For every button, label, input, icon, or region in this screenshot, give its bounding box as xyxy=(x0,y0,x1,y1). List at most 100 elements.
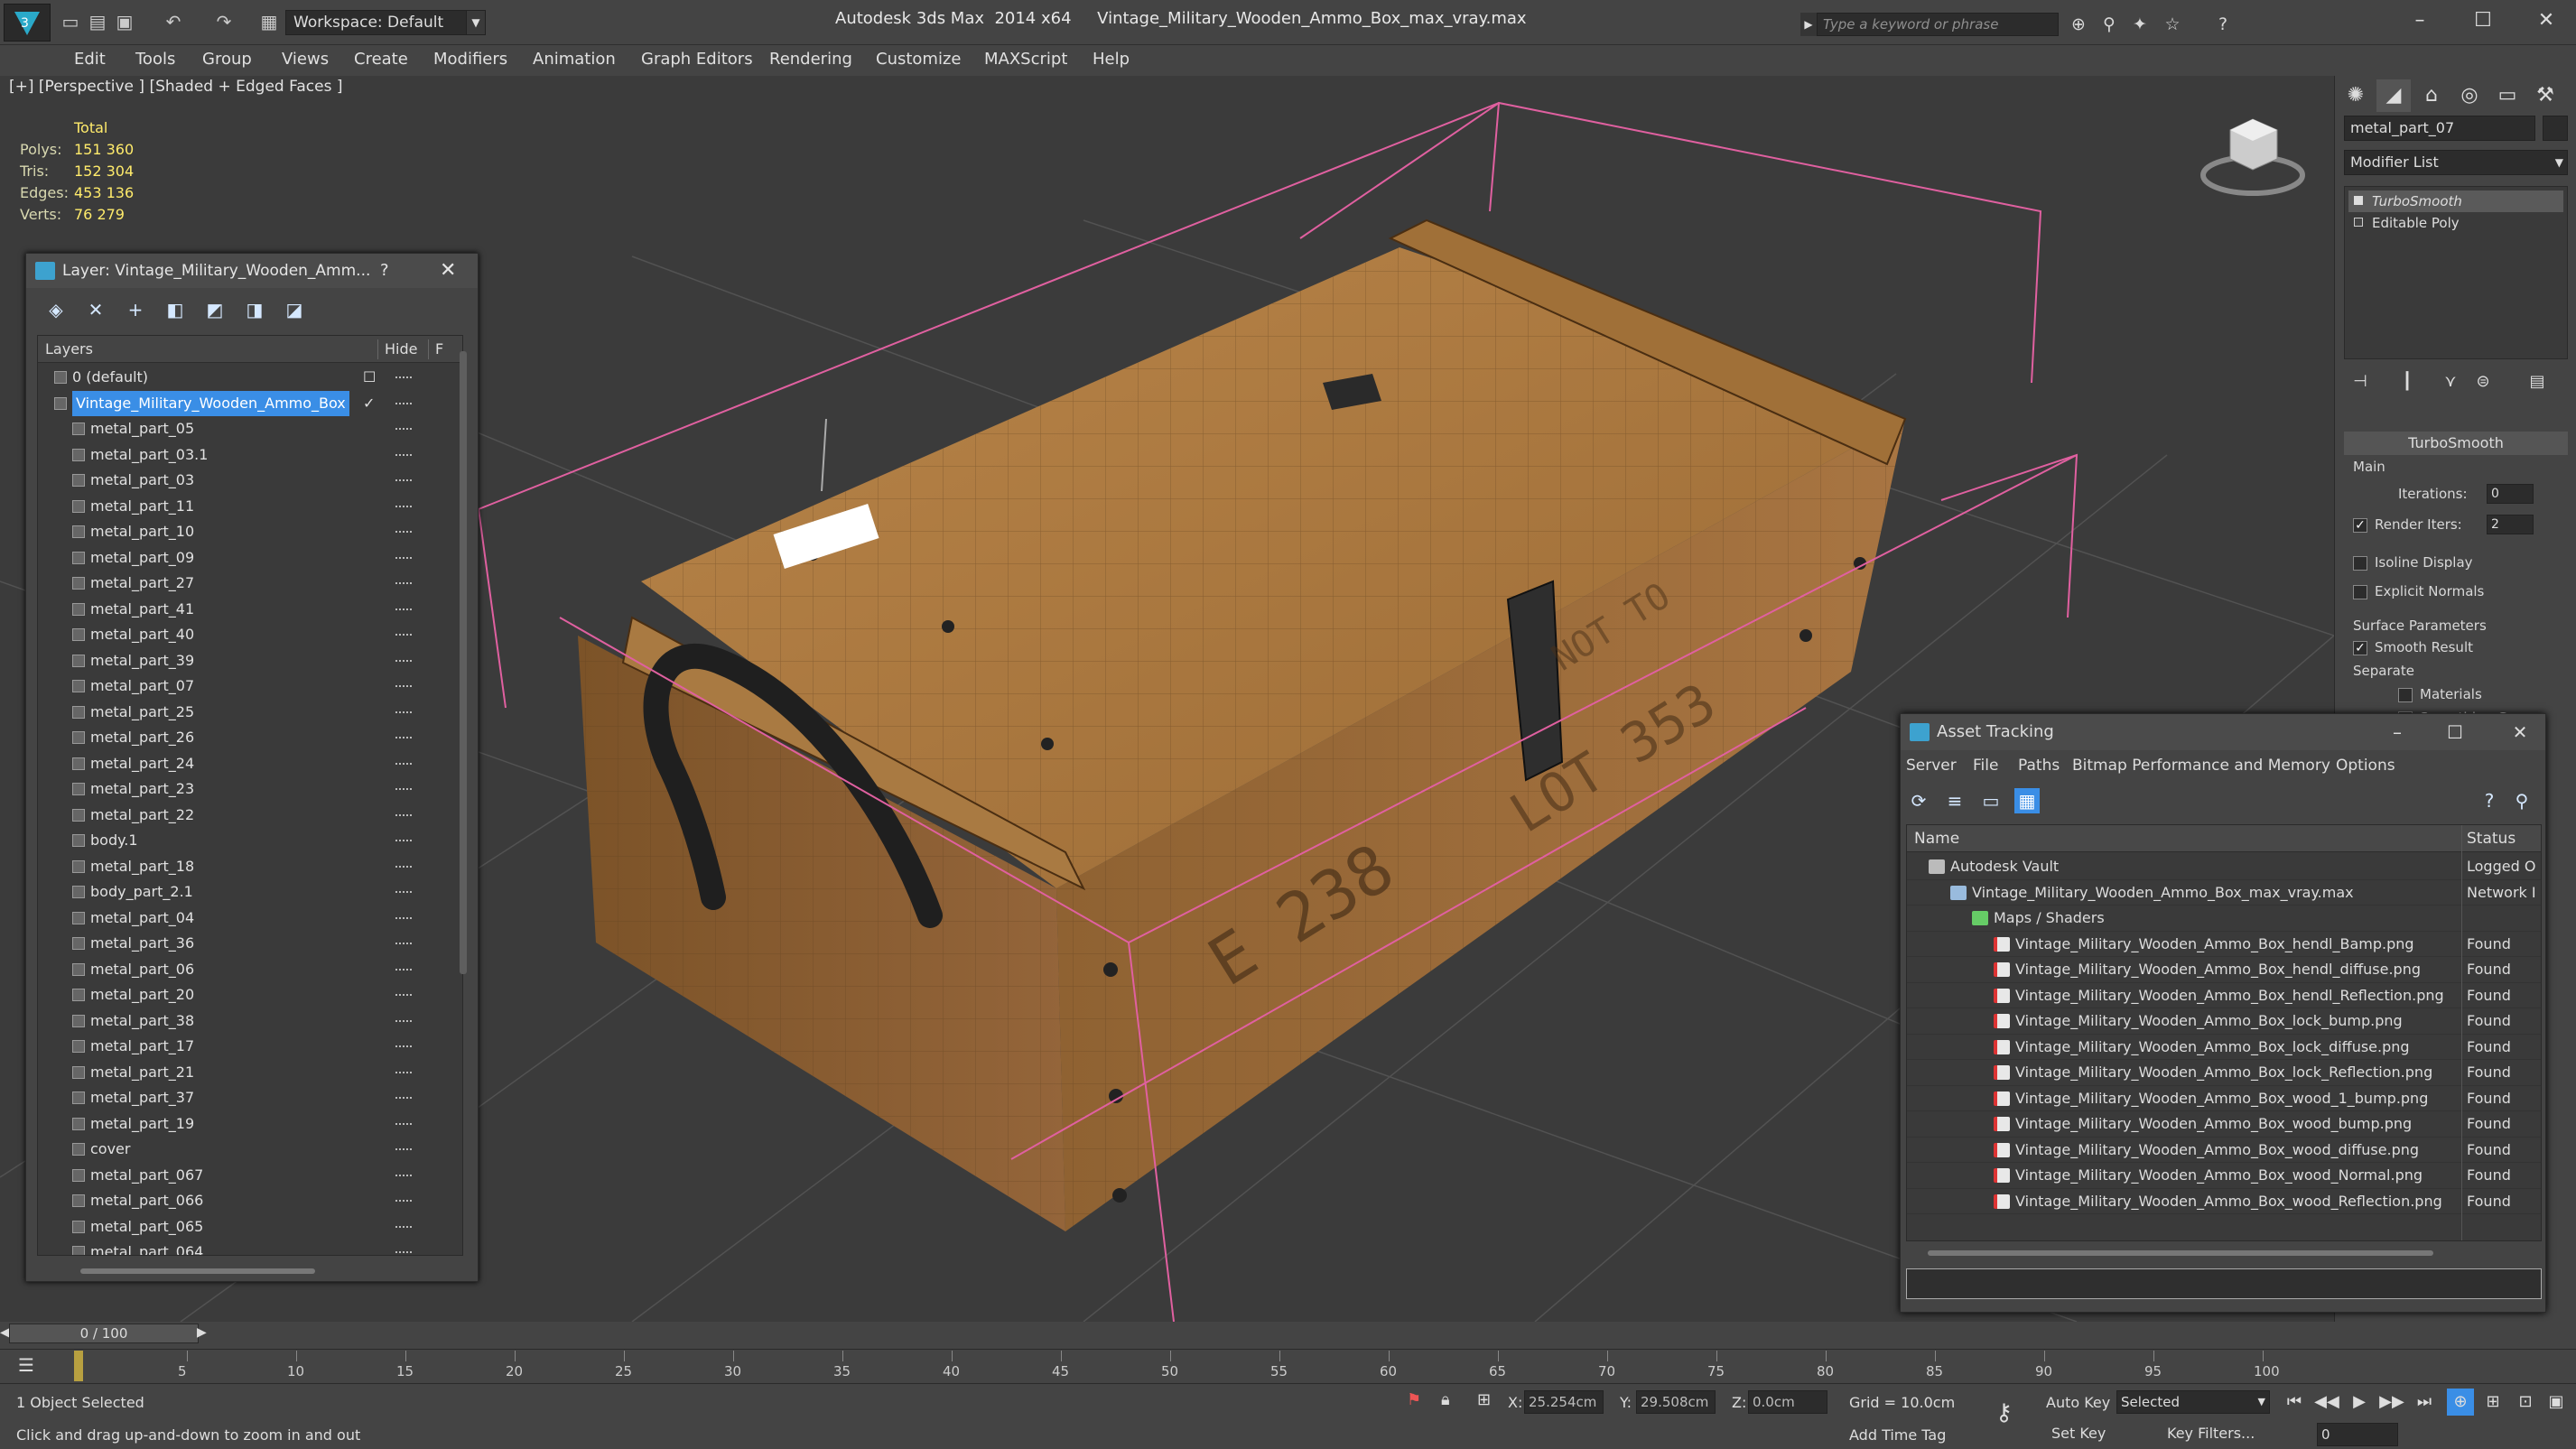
layer-row[interactable]: metal_part_23 xyxy=(38,776,453,803)
layer-row[interactable]: metal_part_17 xyxy=(38,1034,453,1060)
hide-toggle[interactable] xyxy=(395,1251,412,1254)
time-slider-track[interactable] xyxy=(0,1322,2576,1352)
layer-manager-titlebar[interactable]: Layer: Vintage_Military_Wooden_Amm... ? … xyxy=(26,254,478,288)
display-tab-icon[interactable]: ▭ xyxy=(2490,79,2525,112)
hide-toggle[interactable] xyxy=(395,479,412,482)
next-key-icon[interactable]: ▶▶ xyxy=(2378,1389,2405,1416)
hide-toggle[interactable] xyxy=(395,711,412,714)
hide-all-icon[interactable]: ◨ xyxy=(241,297,268,322)
layer-row[interactable]: metal_part_03.1 xyxy=(38,442,453,469)
layer-row[interactable]: metal_part_06 xyxy=(38,957,453,983)
curve-editor-icon[interactable]: ☰ xyxy=(18,1354,34,1376)
column-status[interactable]: Status xyxy=(2467,825,2516,852)
layer-horizontal-scrollbar[interactable] xyxy=(80,1268,315,1274)
zoom-icon[interactable]: ⊕ xyxy=(2447,1389,2474,1416)
help-icon[interactable]: ? xyxy=(2477,788,2502,813)
object-name-field[interactable]: metal_part_07 xyxy=(2344,116,2535,141)
close-button[interactable]: ✕ xyxy=(2519,5,2573,36)
layer-row[interactable]: metal_part_18 xyxy=(38,854,453,880)
new-scene-icon[interactable]: ▭ xyxy=(60,11,81,33)
hide-toggle[interactable] xyxy=(395,788,412,791)
isolate-selection-icon[interactable]: ⚑ xyxy=(1407,1390,1421,1409)
show-end-result-icon[interactable]: ┃ xyxy=(2395,370,2420,394)
menu-views[interactable]: Views xyxy=(282,45,329,74)
column-freeze[interactable]: F xyxy=(435,336,443,363)
pin-icon[interactable]: ⚲ xyxy=(2509,788,2534,813)
asset-menu-paths[interactable]: Paths xyxy=(2018,752,2060,779)
search-expand-icon[interactable]: ▶ xyxy=(1800,13,1817,36)
hide-toggle[interactable] xyxy=(395,994,412,997)
select-objects-icon[interactable]: ◧ xyxy=(162,297,189,322)
time-marker[interactable] xyxy=(74,1351,83,1381)
hide-toggle[interactable] xyxy=(395,685,412,688)
menu-graph-editors[interactable]: Graph Editors xyxy=(641,45,753,74)
asset-row[interactable]: Vintage_Military_Wooden_Ammo_Box_wood_bu… xyxy=(1907,1111,2541,1138)
redo-icon[interactable]: ↷ xyxy=(213,11,235,33)
layer-row[interactable]: metal_part_19 xyxy=(38,1111,453,1138)
binoculars-icon[interactable]: ⊕ xyxy=(2068,14,2089,35)
layer-row[interactable]: metal_part_40 xyxy=(38,622,453,648)
highlight-layer-icon[interactable]: ◩ xyxy=(201,297,228,322)
layer-row[interactable]: metal_part_05 xyxy=(38,416,453,442)
undo-icon[interactable]: ↶ xyxy=(163,11,184,33)
hide-toggle[interactable] xyxy=(395,891,412,894)
hide-toggle[interactable] xyxy=(395,1200,412,1203)
asset-row[interactable]: Vintage_Military_Wooden_Ammo_Box_wood_Re… xyxy=(1907,1189,2541,1214)
help-icon[interactable]: ? xyxy=(2212,14,2234,35)
isoline-display-checkbox[interactable] xyxy=(2353,556,2367,571)
maximize-button[interactable]: ☐ xyxy=(2435,714,2475,750)
layer-row[interactable]: metal_part_11 xyxy=(38,494,453,520)
hide-toggle[interactable] xyxy=(395,608,412,611)
layer-row[interactable]: metal_part_26 xyxy=(38,725,453,751)
play-icon[interactable]: ▶ xyxy=(2346,1389,2373,1416)
asset-row[interactable]: Vintage_Military_Wooden_Ammo_Box_hendl_B… xyxy=(1907,932,2541,957)
refresh-icon[interactable]: ⟳ xyxy=(1906,788,1931,813)
hide-toggle[interactable] xyxy=(395,943,412,945)
freeze-all-icon[interactable]: ◪ xyxy=(281,297,308,322)
hide-toggle[interactable] xyxy=(395,916,412,920)
goto-start-icon[interactable]: ⏮ xyxy=(2281,1389,2308,1416)
search-input[interactable]: Type a keyword or phrase xyxy=(1817,13,2059,36)
key-icon[interactable]: ⚷ xyxy=(1995,1399,2013,1426)
layer-row[interactable]: metal_part_04 xyxy=(38,906,453,932)
hide-toggle[interactable] xyxy=(395,1071,412,1074)
pin-stack-icon[interactable]: ⊣ xyxy=(2348,370,2373,394)
layer-row[interactable]: metal_part_03 xyxy=(38,468,453,494)
layer-row[interactable]: 0 (default) ☐ xyxy=(38,365,453,391)
hide-toggle[interactable] xyxy=(395,762,412,766)
favorites-star-icon[interactable]: ☆ xyxy=(2162,14,2183,35)
save-file-icon[interactable]: ▣ xyxy=(114,11,135,33)
layer-row[interactable]: metal_part_09 xyxy=(38,545,453,571)
menu-help[interactable]: Help xyxy=(1093,45,1130,74)
y-coordinate-field[interactable]: 29.508cm xyxy=(1636,1390,1716,1414)
explicit-normals-checkbox[interactable] xyxy=(2353,585,2367,599)
hide-toggle[interactable] xyxy=(395,1148,412,1151)
asset-row[interactable]: Vintage_Military_Wooden_Ammo_Box_hendl_R… xyxy=(1907,983,2541,1008)
asset-menu-server[interactable]: Server xyxy=(1906,752,1957,779)
layer-row[interactable]: metal_part_41 xyxy=(38,597,453,623)
hide-toggle[interactable] xyxy=(395,634,412,636)
layer-row[interactable]: cover xyxy=(38,1137,453,1163)
current-layer-box-icon[interactable]: ☐ xyxy=(363,365,376,390)
current-frame-field[interactable]: 0 xyxy=(2317,1423,2398,1446)
menu-animation[interactable]: Animation xyxy=(533,45,616,74)
layer-row[interactable]: metal_part_07 xyxy=(38,673,453,700)
key-filters-button[interactable]: Key Filters... xyxy=(2167,1425,2255,1442)
column-hide[interactable]: Hide xyxy=(385,336,417,363)
materials-checkbox[interactable] xyxy=(2398,688,2413,702)
asset-row[interactable]: Maps / Shaders xyxy=(1907,906,2541,932)
open-file-icon[interactable]: ▤ xyxy=(87,11,108,33)
layer-row[interactable]: metal_part_22 xyxy=(38,803,453,829)
asset-row[interactable]: Vintage_Military_Wooden_Ammo_Box_wood_di… xyxy=(1907,1138,2541,1163)
viewcube-icon[interactable] xyxy=(2200,118,2305,196)
close-icon[interactable]: ✕ xyxy=(2500,714,2540,750)
asset-menu-options[interactable]: Options xyxy=(2336,752,2395,779)
table-view-icon[interactable]: ▦ xyxy=(2014,788,2040,813)
hide-toggle[interactable] xyxy=(395,376,412,379)
layer-row[interactable]: Vintage_Military_Wooden_Ammo_Box ✓ xyxy=(38,390,453,417)
make-unique-icon[interactable]: ⋎ xyxy=(2438,370,2463,394)
next-frame-icon[interactable]: ▶ xyxy=(197,1325,207,1340)
goto-end-icon[interactable]: ⏭ xyxy=(2411,1389,2438,1416)
menu-rendering[interactable]: Rendering xyxy=(769,45,852,74)
layer-row[interactable]: metal_part_27 xyxy=(38,571,453,597)
